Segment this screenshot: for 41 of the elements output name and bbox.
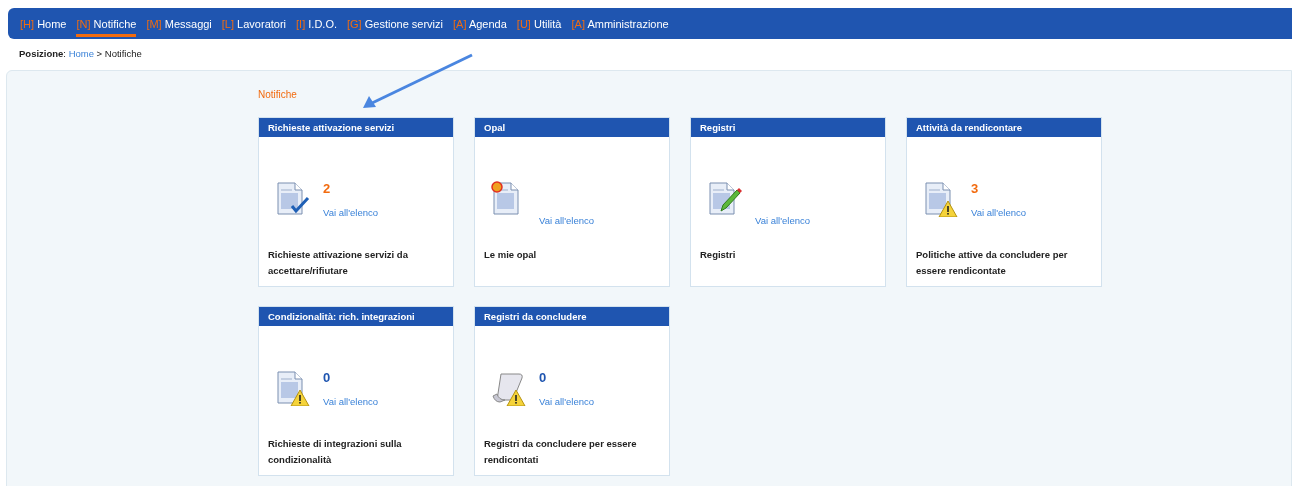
card-header: Registri da concludere bbox=[475, 307, 669, 326]
document-check-icon bbox=[275, 181, 311, 217]
card-description: Richieste di integrazioni sulla condizionalità bbox=[267, 437, 403, 467]
count: 0 bbox=[323, 370, 331, 387]
nav-tab[interactable]: [N] Notifiche bbox=[76, 13, 137, 37]
card-description: Politiche attive da concludere per essere rendicontate bbox=[915, 248, 1069, 278]
document-pencil-icon bbox=[707, 181, 743, 217]
card-description: Registri da concludere per essere rendicontati bbox=[483, 437, 638, 467]
card-description: Registri bbox=[699, 248, 737, 262]
count: 2 bbox=[323, 181, 331, 198]
breadcrumb-link[interactable]: Home bbox=[68, 48, 94, 59]
nav-tab[interactable]: [H] Home bbox=[20, 13, 67, 37]
nav-tab[interactable]: [G] Gestione servizi bbox=[347, 13, 443, 37]
document-warning-icon bbox=[923, 181, 959, 217]
scroll-warning-icon bbox=[491, 370, 527, 406]
card-description: Le mie opal bbox=[483, 248, 538, 262]
list-link[interactable]: Vai all'elenco bbox=[755, 215, 810, 226]
nav-tab[interactable]: [M] Messaggi bbox=[146, 13, 212, 37]
card-header: Opal bbox=[475, 118, 669, 137]
nav-tab[interactable]: [A] Amministrazione bbox=[571, 13, 669, 37]
list-link[interactable]: Vai all'elenco bbox=[971, 207, 1026, 218]
document-warning-icon bbox=[275, 370, 311, 406]
nav-tab[interactable]: [L] Lavoratori bbox=[221, 13, 287, 37]
count: 0 bbox=[539, 370, 547, 387]
card-header: Attività da rendicontare bbox=[907, 118, 1101, 137]
list-link[interactable]: Vai all'elenco bbox=[539, 215, 594, 226]
breadcrumb-current: Notifiche bbox=[104, 48, 142, 59]
nav-tab[interactable]: [U] Utilità bbox=[516, 13, 562, 37]
card-header: Registri bbox=[691, 118, 885, 137]
nav-tab[interactable]: [A] Agenda bbox=[453, 13, 507, 37]
section-title: Notifiche bbox=[258, 89, 297, 100]
nav-tab[interactable]: [I] I.D.O. bbox=[296, 13, 337, 37]
card-description: Richieste attivazione servizi da accettare/rifiutare bbox=[267, 248, 409, 278]
card-header: Richieste attivazione servizi bbox=[259, 118, 453, 137]
list-link[interactable]: Vai all'elenco bbox=[323, 207, 378, 218]
breadcrumb-label: Posizione: bbox=[19, 48, 66, 59]
breadcrumb-separator: > bbox=[96, 48, 103, 59]
list-link[interactable]: Vai all'elenco bbox=[323, 396, 378, 407]
count: 3 bbox=[971, 181, 979, 198]
card-header: Condizionalità: rich. integrazioni bbox=[259, 307, 453, 326]
list-link[interactable]: Vai all'elenco bbox=[539, 396, 594, 407]
